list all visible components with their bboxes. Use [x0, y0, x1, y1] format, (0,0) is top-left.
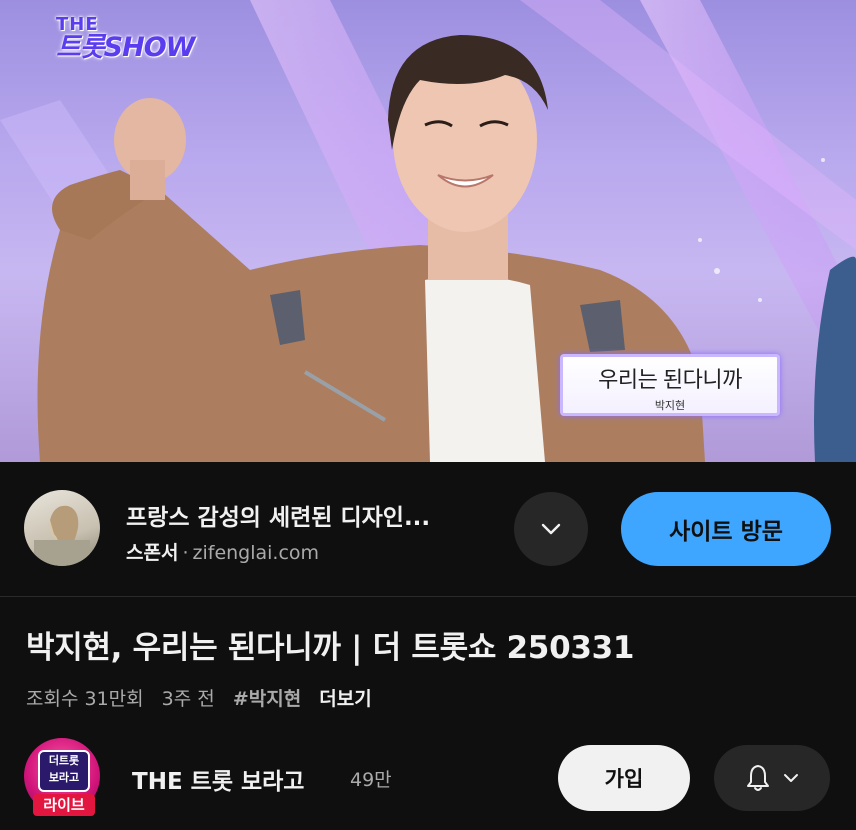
- ad-title[interactable]: 프랑스 감성의 세련된 디자인...: [126, 498, 430, 532]
- visit-site-button[interactable]: 사이트 방문: [621, 492, 831, 566]
- song-title: 우리는 된다니까: [598, 367, 742, 392]
- ad-thumbnail-image: [34, 505, 90, 566]
- video-meta[interactable]: 조회수 31만회 3주 전 #박지현 더보기: [26, 684, 384, 711]
- song-caption: 우리는 된다니까 박지현: [560, 354, 780, 416]
- ad-domain: zifenglai.com: [192, 542, 320, 564]
- bell-icon: [747, 765, 769, 791]
- chevron-down-icon: [541, 523, 561, 535]
- live-badge: 라이브: [33, 794, 95, 816]
- more-button[interactable]: 더보기: [319, 688, 371, 710]
- upload-age: 3주 전: [161, 688, 215, 710]
- avatar-logo: 더트롯 보라고: [38, 750, 90, 792]
- ad-expand-button[interactable]: [514, 492, 588, 566]
- show-logo-line2: 트롯SHOW: [56, 32, 195, 63]
- ad-thumbnail[interactable]: [24, 490, 100, 566]
- video-title[interactable]: 박지현, 우리는 된다니까 | 더 트롯쇼 250331: [26, 622, 634, 667]
- hashtag-link[interactable]: #박지현: [233, 688, 301, 710]
- notification-button[interactable]: [714, 745, 830, 811]
- avatar-text-top: 더트롯: [48, 754, 80, 767]
- channel-name[interactable]: THE 트롯 보라고: [132, 762, 304, 796]
- avatar-text-bottom: 보라고: [48, 771, 80, 784]
- singer-name: 박지현: [654, 399, 686, 412]
- ad-meta: 스폰서 · zifenglai.com: [126, 538, 319, 565]
- join-button[interactable]: 가입: [558, 745, 690, 811]
- sponsored-ad[interactable]: 프랑스 감성의 세련된 디자인... 스폰서 · zifenglai.com 사이트…: [0, 476, 856, 597]
- subscriber-count: 49만: [350, 769, 392, 791]
- view-count: 조회수 31만회: [26, 688, 144, 710]
- show-logo: THE 트롯SHOW: [56, 16, 195, 63]
- meta-separator: ·: [182, 542, 189, 564]
- video-player[interactable]: THE 트롯SHOW 우리는 된다니까 박지현: [0, 0, 856, 462]
- chevron-down-icon: [784, 774, 798, 782]
- sponsor-label: 스폰서: [126, 542, 179, 564]
